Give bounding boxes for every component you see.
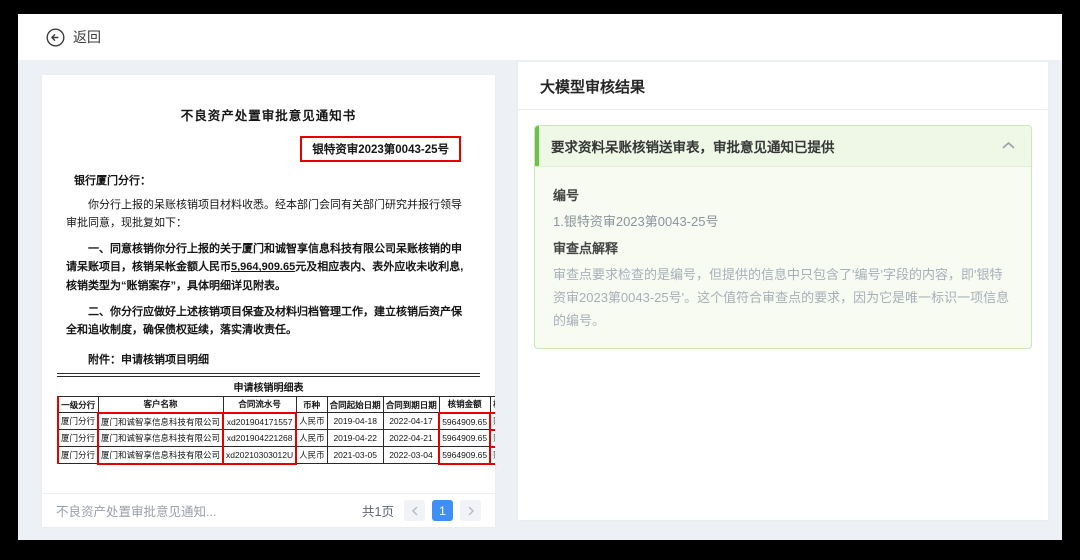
chevron-left-icon bbox=[410, 506, 420, 516]
prev-page-button[interactable] bbox=[404, 500, 425, 521]
explain-label: 审查点解释 bbox=[553, 238, 1013, 257]
doc-salutation: 银行厦门分行： bbox=[74, 172, 471, 188]
writeoff-detail-table: 一级分行 客户名称 合同流水号 币种 合同起始日期 合同到期日期 核销金额 核销… bbox=[57, 396, 495, 465]
review-panel: 大模型审核结果 要求资料呆账核销送审表，审批意见通知已提供 编号 1.银特资审2… bbox=[518, 62, 1048, 520]
back-arrow-icon bbox=[46, 28, 65, 47]
table-row: 厦门分行 厦门和诚智享信息科技有限公司 xd20210303012U 人民币 2… bbox=[58, 447, 495, 464]
chevron-right-icon bbox=[466, 506, 476, 516]
review-card-title: 要求资料呆账核销送审表，审批意见通知已提供 bbox=[539, 126, 986, 166]
app-window: 返回 不良资产处置审批意见通知书 银特资审2023第0043-25号 银行厦门分… bbox=[18, 14, 1062, 540]
chevron-up-icon bbox=[1002, 137, 1015, 155]
document-pagination-bar: 不良资产处置审批意见通知... 共1页 1 bbox=[42, 493, 495, 527]
explain-text: 审查点要求检查的是编号，但提供的信息中只包含了'编号'字段的内容，即'银特资审2… bbox=[553, 264, 1013, 332]
doc-paragraph-one: 一、同意核销你分行上报的关于厦门和诚智享信息科技有限公司呆账核销的申请呆账项目，… bbox=[66, 240, 471, 294]
doc-paragraph-intro: 你分行上报的呆账核销项目材料收悉。经本部门会同有关部门研究并报行领导审批同意，现… bbox=[66, 196, 471, 232]
field-value-number: 1.银特资审2023第0043-25号 bbox=[553, 211, 1013, 230]
next-page-button[interactable] bbox=[460, 500, 481, 521]
back-button[interactable]: 返回 bbox=[46, 27, 101, 47]
table-header-row: 一级分行 客户名称 合同流水号 币种 合同起始日期 合同到期日期 核销金额 核销… bbox=[58, 396, 495, 413]
doc-amount: 5,964,909.65 bbox=[231, 261, 295, 273]
doc-table-title: 申请核销明细表 bbox=[66, 377, 471, 396]
document-page: 不良资产处置审批意见通知书 银特资审2023第0043-25号 银行厦门分行： … bbox=[42, 75, 495, 493]
doc-paragraph-two: 二、你分行应做好上述核销项目保查及材料归档管理工作，建立核销后资产保全和追收制度… bbox=[66, 303, 471, 339]
table-row: 厦门分行 厦门和诚智享信息科技有限公司 xd201904221268 人民币 2… bbox=[58, 430, 495, 447]
review-result-card: 要求资料呆账核销送审表，审批意见通知已提供 编号 1.银特资审2023第0043… bbox=[534, 125, 1032, 349]
review-card-header[interactable]: 要求资料呆账核销送审表，审批意见通知已提供 bbox=[535, 126, 1031, 167]
doc-attachment-line: 附件：申请核销项目明细 bbox=[66, 351, 471, 367]
document-title: 不良资产处置审批意见通知书 bbox=[66, 105, 471, 124]
back-label: 返回 bbox=[73, 27, 101, 47]
review-panel-title: 大模型审核结果 bbox=[518, 62, 1048, 110]
top-bar: 返回 bbox=[18, 14, 1062, 60]
table-row: 厦门分行 厦门和诚智享信息科技有限公司 xd201904171557 人民币 2… bbox=[58, 413, 495, 430]
collapse-toggle[interactable] bbox=[986, 126, 1031, 166]
doc-number-highlight: 银特资审2023第0043-25号 bbox=[300, 136, 461, 162]
document-viewer: 不良资产处置审批意见通知书 银特资审2023第0043-25号 银行厦门分行： … bbox=[42, 75, 495, 527]
document-file-name: 不良资产处置审批意见通知... bbox=[56, 501, 216, 520]
page-total: 共1页 bbox=[362, 501, 394, 520]
review-card-body: 编号 1.银特资审2023第0043-25号 审查点解释 审查点要求检查的是编号… bbox=[535, 167, 1031, 348]
page-number-button[interactable]: 1 bbox=[432, 500, 453, 521]
field-label-number: 编号 bbox=[553, 185, 1013, 204]
